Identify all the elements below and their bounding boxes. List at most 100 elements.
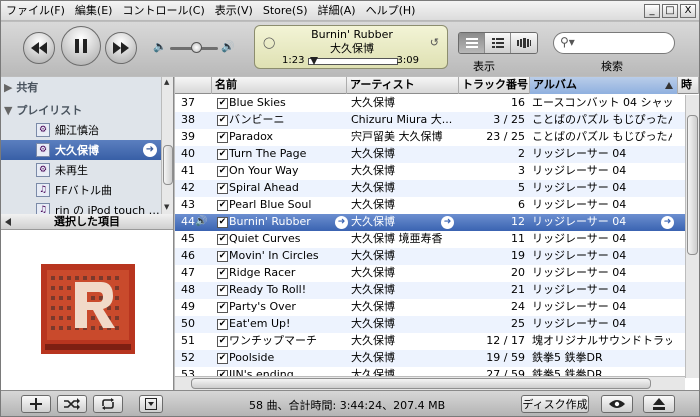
table-row[interactable]: 48 ✔ Ready To Roll! 大久保博 21 リッジレーサー 04 bbox=[175, 282, 685, 299]
table-row[interactable]: 40 ✔ Turn The Page 大久保博 2 リッジレーサー 04 bbox=[175, 146, 685, 163]
track-checkbox[interactable]: ✔ bbox=[217, 336, 228, 347]
table-row[interactable]: 47 ✔ Ridge Racer 大久保博 20 リッジレーサー 04 bbox=[175, 265, 685, 282]
sidebar-item-ff-battle[interactable]: ♫ FFバトル曲 bbox=[1, 180, 161, 200]
table-row[interactable]: 39 ✔Paradox 宍戸留美 大久保博 23 / 25 ことばのパズル もじぴったん… bbox=[175, 129, 685, 146]
arrow-right-icon[interactable]: ➜ bbox=[143, 143, 157, 157]
column-header-track-number[interactable]: トラック番号 bbox=[459, 77, 530, 94]
menu-view[interactable]: 表示(V) bbox=[210, 1, 258, 21]
disclosure-expanded-icon[interactable]: ▼ bbox=[4, 104, 12, 117]
table-row[interactable]: 41 ✔ On Your Way 大久保博 3 リッジレーサー 04 bbox=[175, 163, 685, 180]
column-header-artist[interactable]: アーティスト bbox=[347, 77, 459, 94]
arrow-right-icon[interactable]: ➜ bbox=[335, 216, 348, 229]
table-row[interactable]: 49 ✔ Party's Over 大久保博 24 リッジレーサー 04 bbox=[175, 299, 685, 316]
track-checkbox[interactable]: ✔ bbox=[217, 251, 228, 262]
volume-slider[interactable]: 🔈 🔊 bbox=[153, 40, 237, 54]
arrow-right-icon[interactable]: ➜ bbox=[661, 216, 674, 229]
maximize-button[interactable]: □ bbox=[662, 4, 678, 18]
collapse-icon[interactable] bbox=[5, 218, 11, 226]
track-checkbox[interactable]: ✔ bbox=[217, 234, 228, 245]
table-row[interactable]: 42 ✔ Spiral Ahead 大久保博 5 リッジレーサー 04 bbox=[175, 180, 685, 197]
album-artwork[interactable] bbox=[41, 264, 135, 354]
burn-disc-button[interactable]: ディスク作成 bbox=[521, 395, 589, 413]
table-row[interactable]: 38 ✔ バンビーニ Chizuru Miura 大... 3 / 25 ことばのパズル … bbox=[175, 112, 685, 129]
track-checkbox[interactable]: ✔ bbox=[217, 132, 228, 143]
pause-button[interactable] bbox=[61, 26, 101, 66]
tracklist-vertical-scrollbar[interactable] bbox=[685, 95, 699, 378]
disclosure-collapsed-icon[interactable]: ▶ bbox=[4, 81, 12, 94]
sidebar-item-okubo[interactable]: ⚙ 大久保博 ➜ bbox=[1, 140, 161, 160]
close-button[interactable]: X bbox=[680, 4, 696, 18]
track-number: 5 bbox=[518, 181, 525, 194]
sidebar-item-hosoe[interactable]: ⚙ 細江慎治 bbox=[1, 120, 161, 140]
track-checkbox[interactable]: ✔ bbox=[217, 285, 228, 296]
minimize-button[interactable]: _ bbox=[644, 4, 660, 18]
coverflow-view-button[interactable] bbox=[511, 33, 537, 53]
track-number: 19 bbox=[511, 249, 525, 262]
list-view-icon bbox=[465, 38, 478, 48]
grouped-view-button[interactable] bbox=[485, 33, 511, 53]
table-row[interactable]: 50 ✔ Eat'em Up! 大久保博 25 リッジレーサー 04 bbox=[175, 316, 685, 333]
previous-button[interactable] bbox=[23, 32, 55, 64]
table-row[interactable]: 43 ✔ Pearl Blue Soul 大久保博 6 リッジレーサー 04 bbox=[175, 197, 685, 214]
horizontal-scroll-thumb[interactable] bbox=[191, 378, 651, 389]
repeat-button[interactable] bbox=[93, 395, 123, 413]
table-row[interactable]: 46 ✔ Movin' In Circles 大久保博 19 リッジレーサー 04 bbox=[175, 248, 685, 265]
track-checkbox[interactable]: ✔ bbox=[217, 149, 228, 160]
track-number: 16 bbox=[511, 96, 525, 109]
menu-advanced[interactable]: 詳細(A) bbox=[312, 1, 360, 21]
search-box[interactable]: ⚲▾ bbox=[553, 32, 675, 54]
playlists-section[interactable]: ▼ プレイリスト bbox=[4, 102, 82, 118]
sidebar-item-ipod[interactable]: ♫ rin の iPod touch … bbox=[1, 200, 161, 214]
column-header-name[interactable]: 名前 bbox=[212, 77, 347, 94]
track-checkbox[interactable]: ✔ bbox=[217, 98, 228, 109]
scroll-down-icon[interactable]: ▼ bbox=[164, 203, 169, 211]
track-checkbox[interactable]: ✔ bbox=[217, 353, 228, 364]
add-playlist-button[interactable] bbox=[21, 395, 51, 413]
list-view-button[interactable] bbox=[459, 33, 485, 53]
shared-section[interactable]: ▶ 共有 bbox=[4, 79, 38, 95]
column-header-time[interactable]: 時 bbox=[678, 77, 699, 94]
status-bar: 58 曲、合計時間: 3:44:24、207.4 MB ディスク作成 bbox=[1, 390, 699, 416]
table-row[interactable]: 37 ✔Blue Skies 大久保博 16 エースコンバット 04 シャッタ... bbox=[175, 95, 685, 112]
track-checkbox[interactable]: ✔ bbox=[217, 200, 228, 211]
progress-bar[interactable] bbox=[308, 58, 398, 65]
sidebar-scroll-thumb[interactable] bbox=[163, 145, 173, 185]
scroll-up-icon[interactable]: ▲ bbox=[164, 78, 169, 86]
track-list: 名前 アーティスト トラック番号 アルバム 時 37 ✔ Blue Skies 大久保… bbox=[175, 77, 699, 390]
search-input[interactable] bbox=[580, 36, 670, 50]
sidebar-scrollbar[interactable]: ▲ ▼ bbox=[161, 77, 173, 214]
track-checkbox[interactable]: ✔ bbox=[217, 115, 228, 126]
menu-help[interactable]: ヘルプ(H) bbox=[361, 1, 421, 21]
now-playing-artist: 大久保博 bbox=[330, 42, 374, 55]
artwork-toggle-button[interactable] bbox=[139, 395, 163, 413]
menu-file[interactable]: ファイル(F) bbox=[1, 1, 70, 21]
volume-knob[interactable] bbox=[191, 42, 202, 53]
menu-store[interactable]: Store(S) bbox=[258, 1, 313, 21]
column-header-album[interactable]: アルバム bbox=[530, 77, 678, 94]
track-checkbox[interactable]: ✔ bbox=[217, 217, 228, 228]
track-checkbox[interactable]: ✔ bbox=[217, 183, 228, 194]
tracklist-horizontal-scrollbar[interactable] bbox=[175, 376, 685, 390]
sidebar-item-unplayed[interactable]: ⚙ 未再生 bbox=[1, 160, 161, 180]
track-checkbox[interactable]: ✔ bbox=[217, 302, 228, 313]
shuffle-button[interactable] bbox=[57, 395, 87, 413]
progress-handle[interactable] bbox=[310, 57, 318, 65]
arrow-right-icon[interactable]: ➜ bbox=[441, 216, 454, 229]
genius-icon[interactable]: ↺ bbox=[430, 36, 439, 49]
menu-controls[interactable]: コントロール(C) bbox=[117, 1, 209, 21]
track-checkbox[interactable]: ✔ bbox=[217, 268, 228, 279]
eject-button[interactable] bbox=[643, 395, 675, 413]
artwork-header[interactable]: 選択した項目 bbox=[1, 214, 173, 230]
visualizer-button[interactable] bbox=[601, 395, 633, 413]
track-album: リッジレーサー 04 bbox=[532, 198, 627, 211]
next-button[interactable] bbox=[105, 32, 137, 64]
vertical-scroll-thumb[interactable] bbox=[687, 115, 698, 255]
table-row[interactable]: 45 ✔ Quiet Curves 大久保博 境亜寿香 11 リッジレーサー 04 bbox=[175, 231, 685, 248]
track-checkbox[interactable]: ✔ bbox=[217, 319, 228, 330]
column-header-number[interactable] bbox=[175, 77, 212, 94]
menu-edit[interactable]: 編集(E) bbox=[70, 1, 118, 21]
table-row-now-playing[interactable]: 44 🔊 ✔ Burnin' Rubber 大久保博 12 リッジレーサー 04 ➜ ➜ ➜ bbox=[175, 214, 685, 231]
table-row[interactable]: 51 ✔ ワンチップマーチ 大久保博 12 / 17 塊オリジナルサウンドトラッ... bbox=[175, 333, 685, 350]
table-row[interactable]: 52 ✔ Poolside 大久保博 19 / 59 鉄拳5 鉄拳DR bbox=[175, 350, 685, 367]
track-checkbox[interactable]: ✔ bbox=[217, 166, 228, 177]
